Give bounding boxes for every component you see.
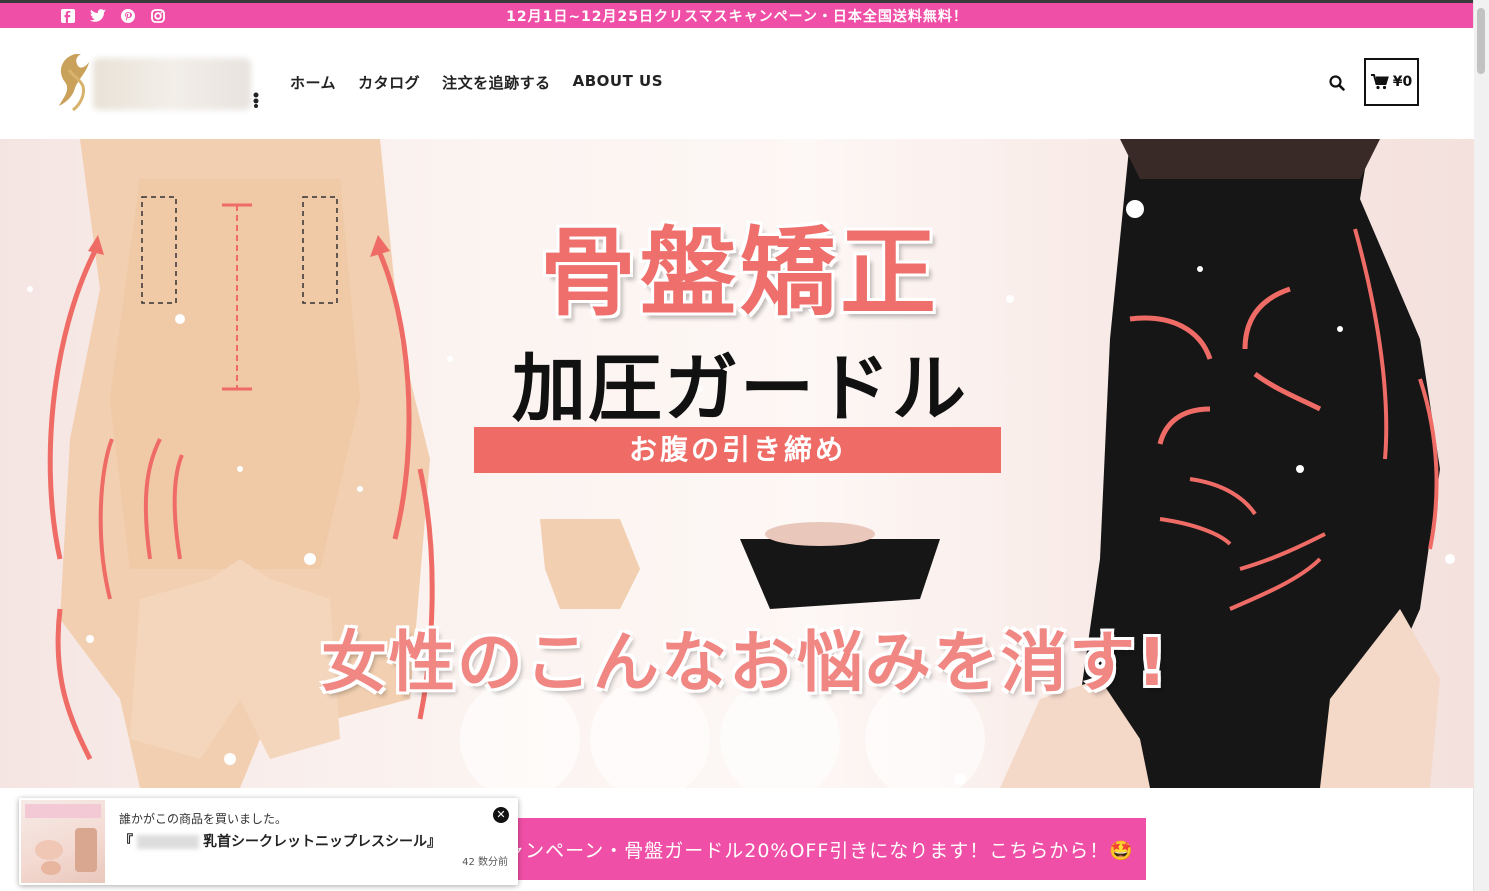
popup-message: 誰かがこの商品を買いました。 [119, 812, 288, 826]
product-name-redacted [137, 835, 199, 849]
hero-subtitle: 加圧ガードル [512, 346, 968, 432]
scrollbar-thumb[interactable] [1477, 8, 1485, 74]
close-icon[interactable]: ✕ [493, 807, 509, 823]
logo-ornament-icon [253, 92, 259, 108]
logo-emblem-icon [59, 54, 89, 112]
cart-icon [1370, 74, 1389, 90]
site-header: ホーム カタログ 注文を追跡する ABOUT US ¥0 [0, 28, 1474, 139]
hero-tagline: 女性のこんなお悩みを消す! [320, 624, 1170, 701]
nav-about-us[interactable]: ABOUT US [573, 72, 663, 93]
nav-track-order[interactable]: 注文を追跡する [442, 72, 551, 93]
popup-product-prefix: 『 [119, 834, 133, 850]
cart-button[interactable]: ¥0 [1364, 58, 1419, 106]
recent-purchase-popup[interactable]: 誰かがこの商品を買いました。 『 乳首シークレットニップレスシール』 42 数分前… [19, 798, 518, 885]
main-nav: ホーム カタログ 注文を追跡する ABOUT US [290, 72, 663, 93]
search-icon[interactable] [1328, 74, 1348, 94]
popup-product[interactable]: 『 乳首シークレットニップレスシール』 [119, 831, 441, 851]
popup-product-name: 乳首シークレットニップレスシール』 [203, 834, 441, 850]
announcement-text: 12月1日~12月25日クリスマスキャンペーン・日本全国送料無料！ [506, 9, 968, 25]
page-scrollbar[interactable] [1473, 0, 1489, 891]
logo-wordmark [93, 58, 251, 110]
product-thumbnail[interactable] [21, 800, 105, 883]
nav-catalog[interactable]: カタログ [358, 72, 420, 93]
cart-total: ¥0 [1392, 74, 1413, 90]
hero-band: お腹の引き締め [474, 427, 1001, 473]
hero-title: 骨盤矯正 [540, 217, 940, 329]
popup-timestamp: 42 数分前 [462, 857, 508, 868]
site-logo[interactable] [55, 50, 260, 116]
nav-home[interactable]: ホーム [290, 72, 336, 93]
announcement-bar: 12月1日~12月25日クリスマスキャンペーン・日本全国送料無料！ [0, 0, 1474, 28]
hero-banner[interactable]: 骨盤矯正 加圧ガードル お腹の引き締め 女性のこんなお悩みを消す! [0, 139, 1474, 788]
